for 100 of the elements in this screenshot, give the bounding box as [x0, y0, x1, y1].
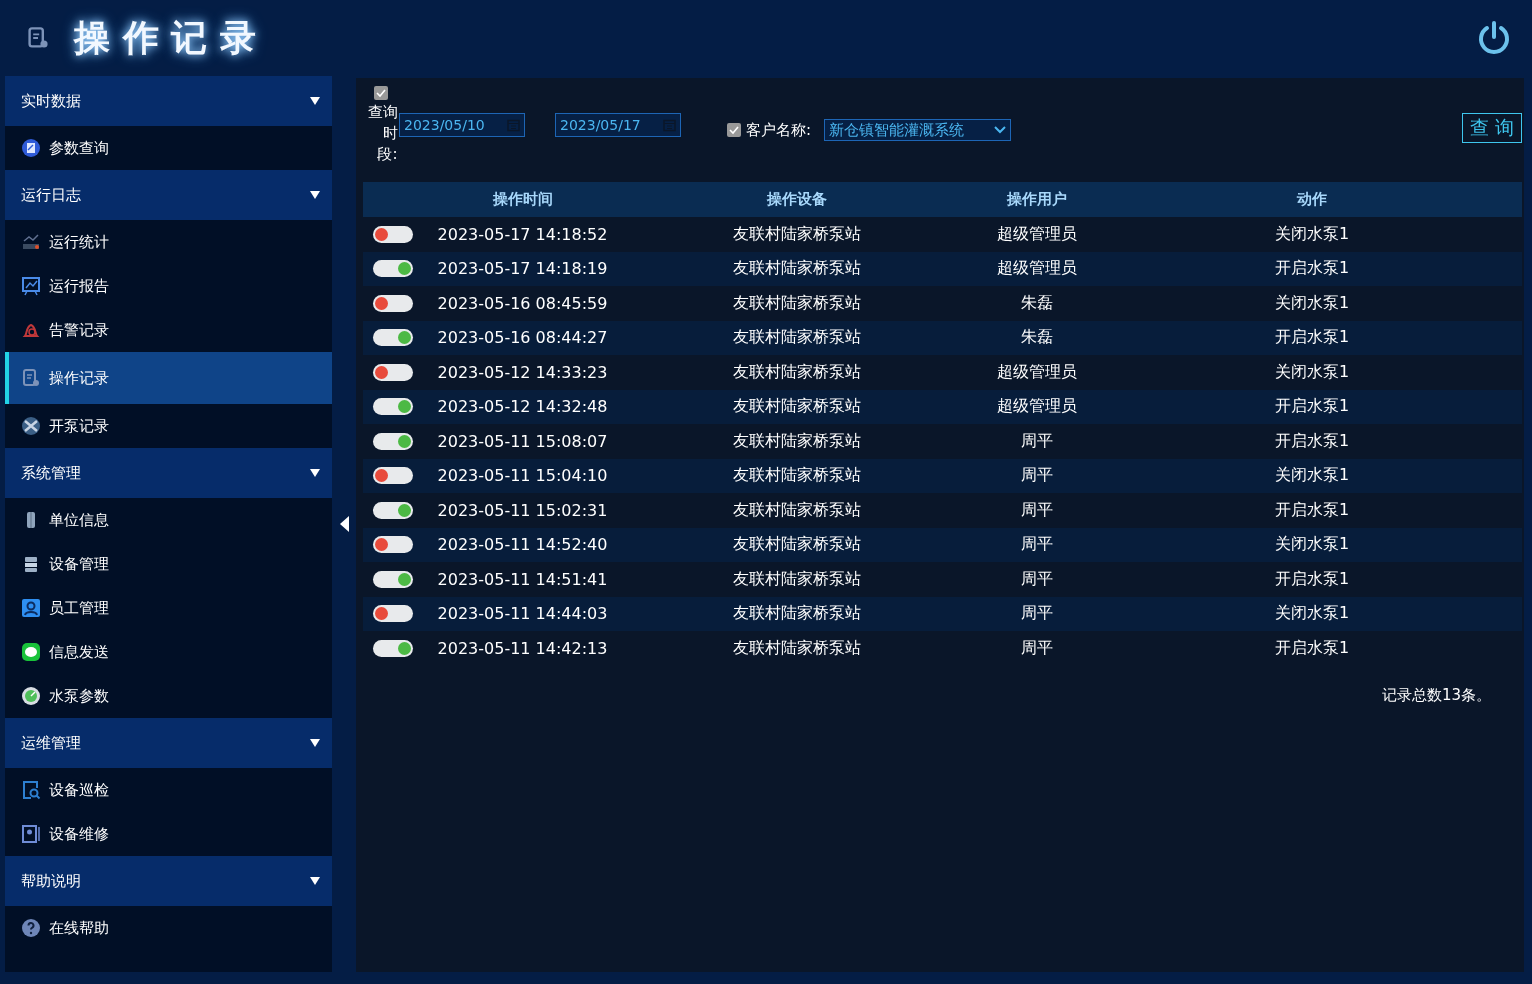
table-cell: 超级管理员 — [997, 258, 1077, 280]
menu-group-header[interactable]: 帮助说明 — [5, 856, 332, 906]
toggle-switch[interactable] — [373, 501, 413, 519]
menu-item[interactable]: 水泵参数 — [5, 674, 332, 718]
chevron-down-icon[interactable] — [994, 126, 1007, 134]
caret-down-icon — [310, 469, 320, 477]
table-cell: 2023-05-17 14:18:19 — [437, 259, 608, 279]
column-header: 动作 — [1297, 190, 1327, 209]
menu-item[interactable]: 员工管理 — [5, 586, 332, 630]
menu-item[interactable]: 运行报告 — [5, 264, 332, 308]
customer-label: 客户名称: — [746, 120, 812, 140]
table-cell: 关闭水泵1 — [1274, 361, 1350, 383]
table-cell: 友联村陆家桥泵站 — [733, 292, 861, 314]
table-cell: 友联村陆家桥泵站 — [733, 465, 861, 487]
table-cell: 周平 — [1021, 637, 1053, 659]
table-cell: 超级管理员 — [997, 396, 1077, 418]
table-cell: 周平 — [1021, 568, 1053, 590]
caret-down-icon — [310, 191, 320, 199]
period-label: 查询时段: — [366, 102, 398, 165]
inspection-icon — [21, 780, 41, 800]
table-cell: 周平 — [1021, 499, 1053, 521]
toggle-switch[interactable] — [373, 605, 413, 623]
table-cell: 关闭水泵1 — [1274, 465, 1350, 487]
menu-item[interactable]: 设备维修 — [5, 812, 332, 856]
table-cell: 2023-05-12 14:32:48 — [437, 397, 608, 417]
end-date-field[interactable]: 2023/05/17 — [555, 113, 681, 137]
table-cell: 开启水泵1 — [1274, 568, 1350, 590]
table-cell: 友联村陆家桥泵站 — [733, 258, 861, 280]
caret-down-icon — [310, 877, 320, 885]
toggle-switch[interactable] — [373, 329, 413, 347]
table-cell: 2023-05-16 08:45:59 — [437, 293, 608, 313]
period-checkbox[interactable] — [374, 86, 388, 100]
column-header: 操作时间 — [492, 190, 553, 209]
collapse-arrow-icon[interactable] — [339, 516, 349, 532]
toggle-switch[interactable] — [373, 260, 413, 278]
table-cell: 2023-05-11 15:08:07 — [437, 431, 608, 451]
toggle-switch[interactable] — [373, 467, 413, 485]
toggle-switch[interactable] — [373, 432, 413, 450]
table-cell: 周平 — [1021, 603, 1053, 625]
menu-item[interactable]: 运行统计 — [5, 220, 332, 264]
menu-group-header[interactable]: 运维管理 — [5, 718, 332, 768]
document-gear-icon — [26, 26, 50, 50]
caret-down-icon — [310, 97, 320, 105]
menu-item[interactable]: 操作记录 — [5, 352, 332, 404]
table-cell: 友联村陆家桥泵站 — [733, 637, 861, 659]
table-cell: 朱磊 — [1021, 292, 1053, 314]
table-cell: 开启水泵1 — [1274, 499, 1350, 521]
table-cell: 友联村陆家桥泵站 — [733, 603, 861, 625]
toggle-switch[interactable] — [373, 363, 413, 381]
table-cell: 超级管理员 — [997, 223, 1077, 245]
table-cell: 2023-05-11 14:51:41 — [437, 569, 608, 589]
menu-group-header[interactable]: 系统管理 — [5, 448, 332, 498]
menu-item[interactable]: 开泵记录 — [5, 404, 332, 448]
toggle-switch[interactable] — [373, 225, 413, 243]
query-button[interactable]: 查 询 — [1461, 113, 1522, 143]
table-cell: 友联村陆家桥泵站 — [733, 499, 861, 521]
menu-item[interactable]: 告警记录 — [5, 308, 332, 352]
menu-item[interactable]: 单位信息 — [5, 498, 332, 542]
table-cell: 关闭水泵1 — [1274, 292, 1350, 314]
chart-icon — [21, 232, 41, 252]
toggle-switch[interactable] — [373, 570, 413, 588]
menu-item[interactable]: 信息发送 — [5, 630, 332, 674]
table-cell: 友联村陆家桥泵站 — [733, 396, 861, 418]
table-cell: 2023-05-17 14:18:52 — [437, 224, 608, 244]
menu-item[interactable]: 设备巡检 — [5, 768, 332, 812]
table-cell: 超级管理员 — [997, 361, 1077, 383]
table-cell: 关闭水泵1 — [1274, 603, 1350, 625]
table-cell: 友联村陆家桥泵站 — [733, 534, 861, 556]
table-cell: 周平 — [1021, 465, 1053, 487]
toggle-switch[interactable] — [373, 639, 413, 657]
column-header: 操作设备 — [767, 190, 827, 209]
menu-group-header[interactable]: 实时数据 — [5, 76, 332, 126]
start-date-field[interactable]: 2023/05/10 — [399, 113, 525, 137]
table-cell: 开启水泵1 — [1274, 637, 1350, 659]
document-gear-icon — [21, 368, 41, 388]
menu-item[interactable]: 参数查询 — [5, 126, 332, 170]
table-cell: 友联村陆家桥泵站 — [733, 361, 861, 383]
customer-select[interactable]: 新仓镇智能灌溉系统 — [824, 119, 1012, 141]
page-title: 操 作 记 录 — [74, 15, 257, 60]
table-cell: 开启水泵1 — [1274, 430, 1350, 452]
column-header: 操作用户 — [1007, 190, 1067, 209]
caret-down-icon — [310, 739, 320, 747]
table-cell: 2023-05-11 14:42:13 — [437, 638, 608, 658]
menu-item[interactable]: 在线帮助 — [5, 906, 332, 950]
table-cell: 2023-05-11 15:02:31 — [437, 500, 608, 520]
customer-checkbox[interactable] — [727, 123, 741, 137]
record-count: 记录总数13条。 — [1381, 685, 1491, 705]
menu-group-header[interactable]: 运行日志 — [5, 170, 332, 220]
table-cell: 开启水泵1 — [1274, 258, 1350, 280]
table-cell: 朱磊 — [1021, 327, 1053, 349]
table-cell: 2023-05-11 15:04:10 — [437, 466, 608, 486]
form-icon — [21, 138, 41, 158]
gauge-icon — [21, 686, 41, 706]
toggle-switch[interactable] — [373, 294, 413, 312]
help-icon — [21, 918, 41, 938]
menu-item[interactable]: 设备管理 — [5, 542, 332, 586]
table-cell: 周平 — [1021, 534, 1053, 556]
toggle-switch[interactable] — [373, 398, 413, 416]
table-cell: 友联村陆家桥泵站 — [733, 568, 861, 590]
toggle-switch[interactable] — [373, 536, 413, 554]
